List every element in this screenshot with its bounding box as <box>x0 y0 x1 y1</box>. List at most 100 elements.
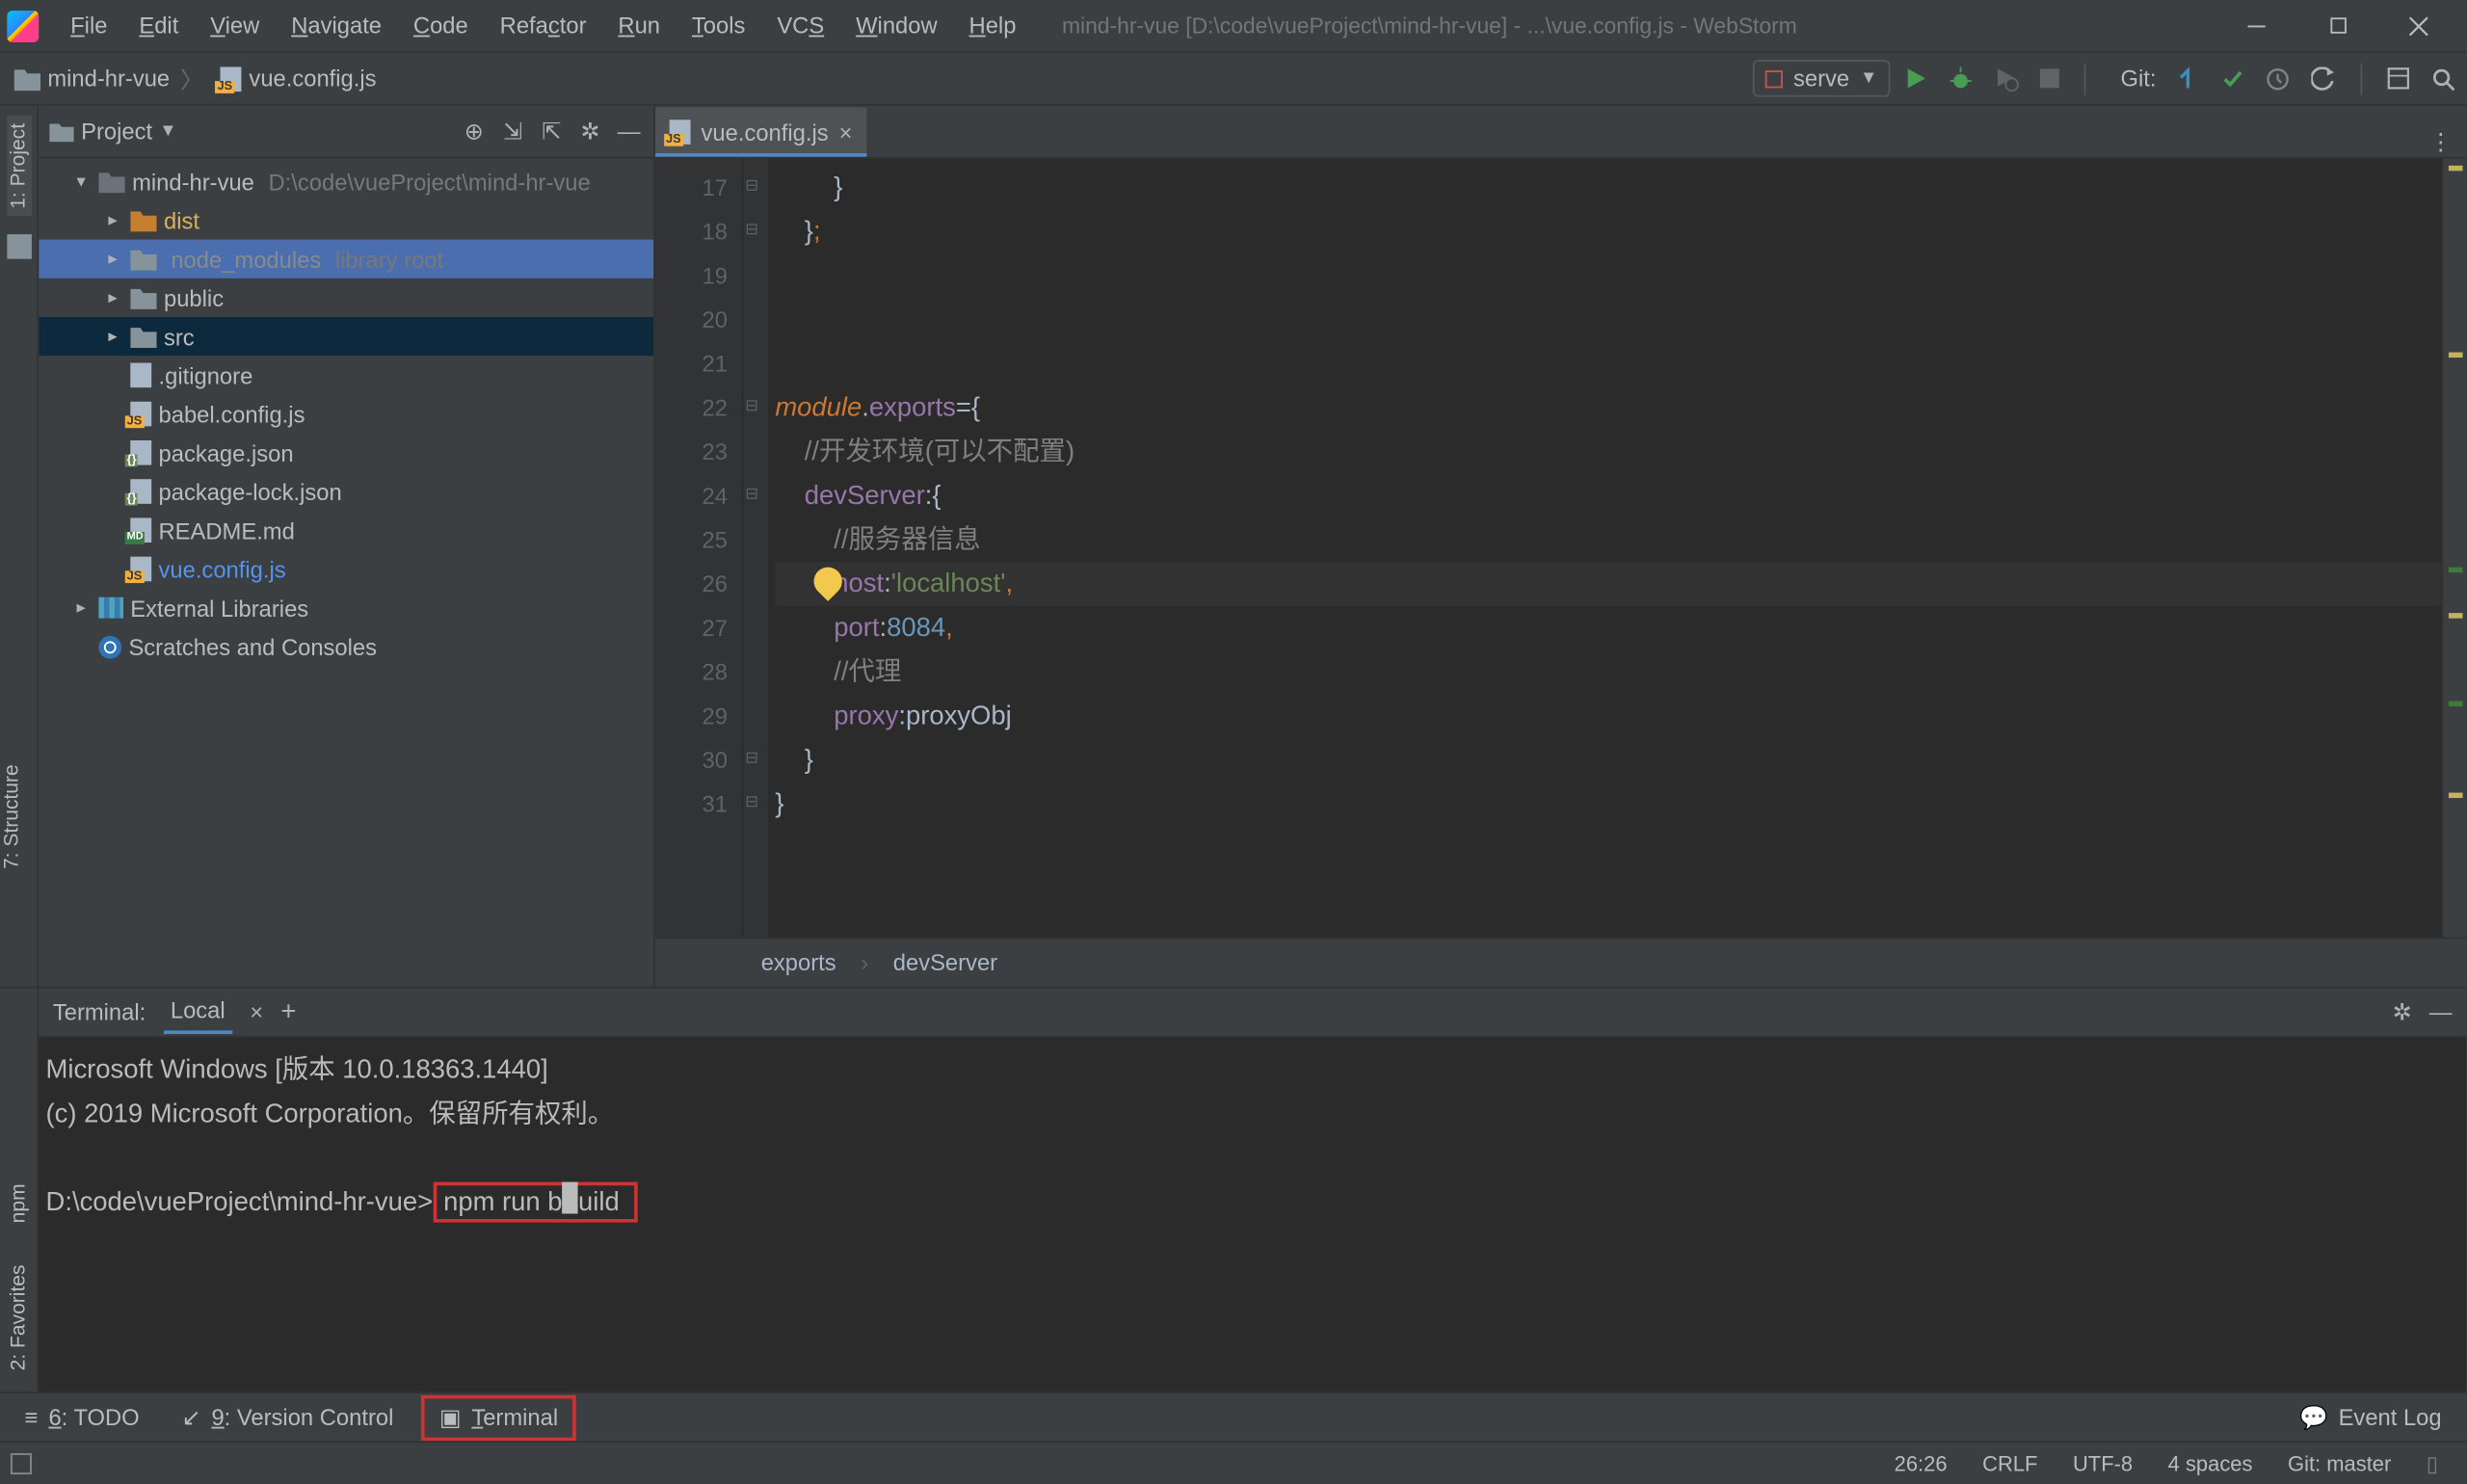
stop-button[interactable] <box>2039 68 2058 88</box>
code-line[interactable] <box>775 298 2441 342</box>
settings-icon[interactable]: ✲ <box>576 118 604 146</box>
tree-node[interactable]: package.json <box>39 434 653 472</box>
code-line[interactable] <box>775 253 2441 298</box>
code-line[interactable]: //代理 <box>775 650 2441 695</box>
git-branch[interactable]: Git: master <box>2270 1450 2409 1475</box>
menu-code[interactable]: Code <box>399 7 482 43</box>
tree-node[interactable]: package-lock.json <box>39 472 653 511</box>
tree-node[interactable]: ▸node_moduleslibrary root <box>39 240 653 278</box>
tree-node[interactable]: vue.config.js <box>39 549 653 588</box>
error-stripe[interactable] <box>2442 159 2467 938</box>
tree-twist-icon[interactable]: ▸ <box>102 288 123 307</box>
toolwindow-button-todo[interactable]: ≡6: TODO <box>11 1398 153 1435</box>
tree-node[interactable]: ▾mind-hr-vueD:\code\vueProject\mind-hr-v… <box>39 162 653 200</box>
breadcrumb-root[interactable]: mind-hr-vue 〉 <box>7 58 214 98</box>
menu-file[interactable]: File <box>56 7 121 43</box>
toolwindow-button-versioncontrol[interactable]: ↙9: Version Control <box>168 1398 408 1437</box>
fold-toggle-icon[interactable]: ⊟ <box>745 396 758 415</box>
bookmarks-icon[interactable] <box>6 233 31 258</box>
code-line[interactable]: //开发环境(可以不配置) <box>775 430 2441 474</box>
ide-settings-button[interactable] <box>2387 66 2410 90</box>
expand-all-icon[interactable]: ⇲ <box>498 118 526 146</box>
code-line[interactable]: port:8084, <box>775 606 2441 650</box>
close-button[interactable] <box>2378 0 2459 52</box>
menu-help[interactable]: Help <box>955 7 1030 43</box>
code-line[interactable]: //服务器信息 <box>775 517 2441 562</box>
status-icon[interactable] <box>11 1452 32 1473</box>
toolwindow-button-terminal[interactable]: ▣Terminal <box>422 1394 576 1441</box>
menu-edit[interactable]: Edit <box>125 7 193 43</box>
menu-refactor[interactable]: Refactor <box>486 7 600 43</box>
tree-node[interactable]: ▸public <box>39 278 653 317</box>
maximize-button[interactable] <box>2297 0 2378 52</box>
file-encoding[interactable]: UTF-8 <box>2056 1450 2151 1475</box>
caret-position[interactable]: 26:26 <box>1876 1450 1964 1475</box>
collapse-all-icon[interactable]: ⇱ <box>538 118 566 146</box>
menu-vcs[interactable]: VCS <box>763 7 838 43</box>
menu-tools[interactable]: Tools <box>677 7 759 43</box>
project-tree[interactable]: ▾mind-hr-vueD:\code\vueProject\mind-hr-v… <box>39 159 653 987</box>
tree-node[interactable]: .gitignore <box>39 356 653 394</box>
fold-gutter[interactable]: ⊟⊟⊟⊟⊟⊟ <box>743 159 768 938</box>
close-terminal-tab-icon[interactable]: × <box>250 998 263 1024</box>
breadcrumb-item[interactable]: devServer <box>893 949 997 975</box>
code-line[interactable]: } <box>775 738 2441 782</box>
git-history-button[interactable] <box>2266 66 2291 92</box>
locate-icon[interactable]: ⊕ <box>460 118 488 146</box>
menu-view[interactable]: View <box>197 7 274 43</box>
tree-node[interactable]: ▸External Libraries <box>39 589 653 627</box>
run-button[interactable] <box>1904 66 1927 90</box>
terminal-tab[interactable]: Local <box>164 990 232 1034</box>
code-line[interactable] <box>775 342 2441 386</box>
fold-toggle-icon[interactable]: ⊟ <box>745 485 758 504</box>
terminal-output[interactable]: Microsoft Windows [版本 10.0.18363.1440](c… <box>39 1038 2466 1391</box>
breadcrumb-item[interactable]: exports <box>761 949 836 975</box>
code-line[interactable]: } <box>775 782 2441 827</box>
tree-twist-icon[interactable]: ▾ <box>70 172 92 191</box>
tree-node[interactable]: ▸dist <box>39 200 653 239</box>
hide-terminal-icon[interactable]: — <box>2429 998 2453 1024</box>
code-line[interactable]: } <box>775 166 2441 210</box>
tree-node[interactable]: README.md <box>39 511 653 549</box>
menu-window[interactable]: Window <box>841 7 951 43</box>
git-commit-button[interactable] <box>2221 66 2244 90</box>
npm-tool-button[interactable]: npm <box>6 1176 31 1230</box>
structure-tool-button[interactable]: 7: Structure <box>0 757 25 876</box>
editor-breadcrumbs[interactable]: exports › devServer <box>655 937 2466 986</box>
favorites-tool-button[interactable]: 2: Favorites <box>6 1258 31 1377</box>
minimize-button[interactable] <box>2216 0 2297 52</box>
tree-node[interactable]: ▸src <box>39 317 653 356</box>
hide-icon[interactable]: — <box>615 118 643 146</box>
git-revert-button[interactable] <box>2311 66 2336 92</box>
fold-toggle-icon[interactable]: ⊟ <box>745 176 758 196</box>
code-line[interactable]: devServer:{ <box>775 474 2441 518</box>
tab-actions-icon[interactable]: ⋮ <box>2415 128 2466 156</box>
project-view-selector[interactable]: Project ▼ <box>49 118 176 144</box>
code-editor[interactable]: } }; module.exports={ //开发环境(可以不配置) devS… <box>768 159 2442 938</box>
git-update-button[interactable] <box>2177 66 2200 90</box>
fold-toggle-icon[interactable]: ⊟ <box>745 793 758 812</box>
code-line[interactable]: host:'localhost', <box>775 562 2441 606</box>
code-line[interactable]: proxy:proxyObj <box>775 694 2441 738</box>
run-with-coverage-button[interactable] <box>1994 66 2019 92</box>
tree-twist-icon[interactable]: ▸ <box>102 250 123 269</box>
line-number-gutter[interactable]: 171819202122232425262728293031 <box>655 159 743 938</box>
menu-run[interactable]: Run <box>604 7 675 43</box>
breadcrumb-file[interactable]: vue.config.js <box>214 62 384 95</box>
line-separator[interactable]: CRLF <box>1965 1450 2056 1475</box>
event-log-button[interactable]: 💬Event Log <box>2285 1403 2455 1431</box>
memory-indicator[interactable]: ▯ <box>2409 1450 2456 1475</box>
new-terminal-tab-icon[interactable]: + <box>280 997 296 1027</box>
indent-settings[interactable]: 4 spaces <box>2150 1450 2269 1475</box>
tree-node[interactable]: babel.config.js <box>39 394 653 433</box>
debug-button[interactable] <box>1948 66 1973 92</box>
project-tool-button[interactable]: 1: Project <box>6 117 31 216</box>
tree-twist-icon[interactable]: ▸ <box>102 327 123 346</box>
tree-node[interactable]: Scratches and Consoles <box>39 627 653 666</box>
menu-navigate[interactable]: Navigate <box>278 7 396 43</box>
fold-toggle-icon[interactable]: ⊟ <box>745 221 758 240</box>
code-line[interactable]: module.exports={ <box>775 385 2441 430</box>
code-line[interactable]: }; <box>775 210 2441 254</box>
close-tab-icon[interactable]: × <box>839 119 853 145</box>
editor-tab[interactable]: vue.config.js × <box>655 108 866 157</box>
